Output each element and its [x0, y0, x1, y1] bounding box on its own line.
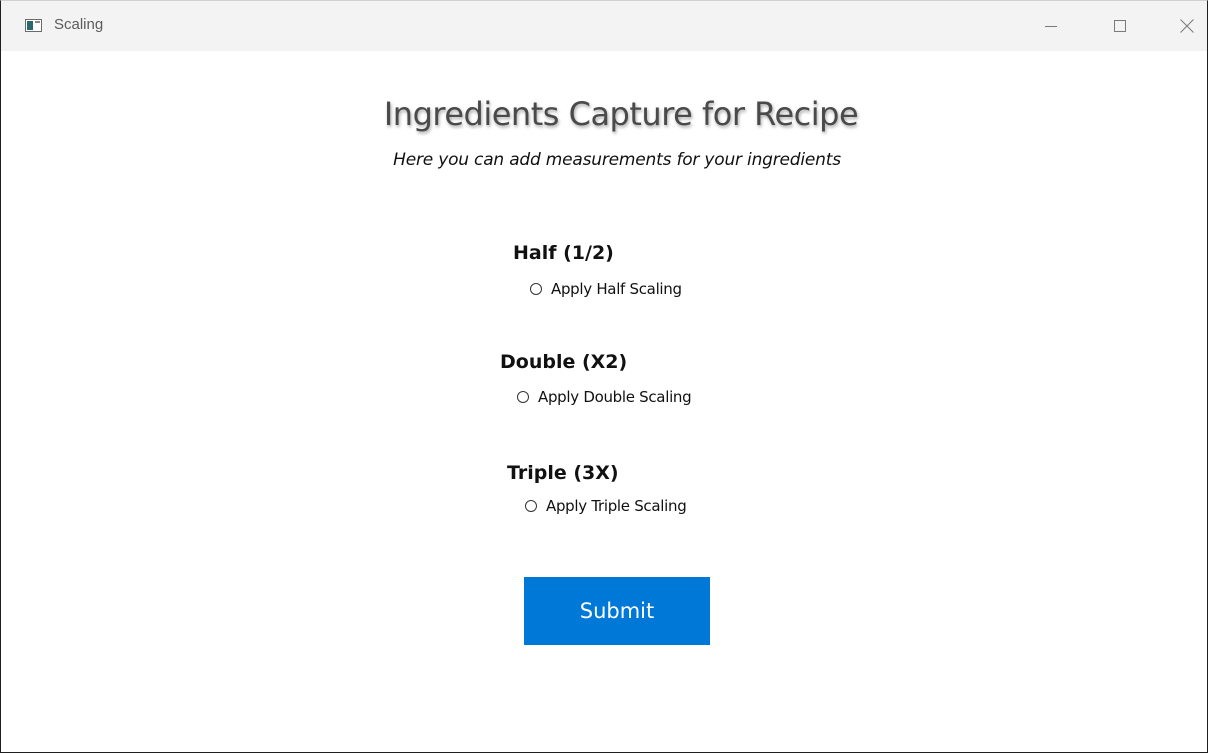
double-scaling-label[interactable]: Apply Double Scaling [538, 388, 692, 406]
radio-button-icon[interactable] [530, 283, 542, 295]
double-group-label: Double (X2) [500, 351, 628, 373]
title-bar[interactable]: Scaling [1, 1, 1207, 51]
window-title: Scaling [54, 16, 104, 33]
window-app-icon [25, 19, 42, 32]
double-scaling-radio[interactable]: Apply Double Scaling [517, 388, 692, 406]
maximize-button[interactable] [1097, 1, 1143, 51]
maximize-icon [1114, 20, 1126, 32]
triple-scaling-label[interactable]: Apply Triple Scaling [546, 497, 687, 515]
app-window: Scaling Ingredients Capture for Recipe H… [0, 0, 1208, 753]
submit-button[interactable]: Submit [524, 577, 710, 645]
half-scaling-label[interactable]: Apply Half Scaling [551, 280, 682, 298]
close-button[interactable] [1164, 1, 1210, 51]
half-scaling-radio[interactable]: Apply Half Scaling [530, 280, 682, 298]
triple-scaling-radio[interactable]: Apply Triple Scaling [525, 497, 687, 515]
triple-group-label: Triple (3X) [507, 462, 619, 484]
radio-button-icon[interactable] [517, 391, 529, 403]
page-title: Ingredients Capture for Recipe [383, 95, 859, 133]
half-group-label: Half (1/2) [513, 242, 614, 264]
main-content: Ingredients Capture for Recipe Here you … [1, 51, 1207, 754]
minimize-icon [1045, 26, 1057, 27]
minimize-button[interactable] [1028, 1, 1074, 51]
radio-button-icon[interactable] [525, 500, 537, 512]
page-subtitle: Here you can add measurements for your i… [393, 150, 841, 170]
close-icon [1180, 19, 1194, 33]
